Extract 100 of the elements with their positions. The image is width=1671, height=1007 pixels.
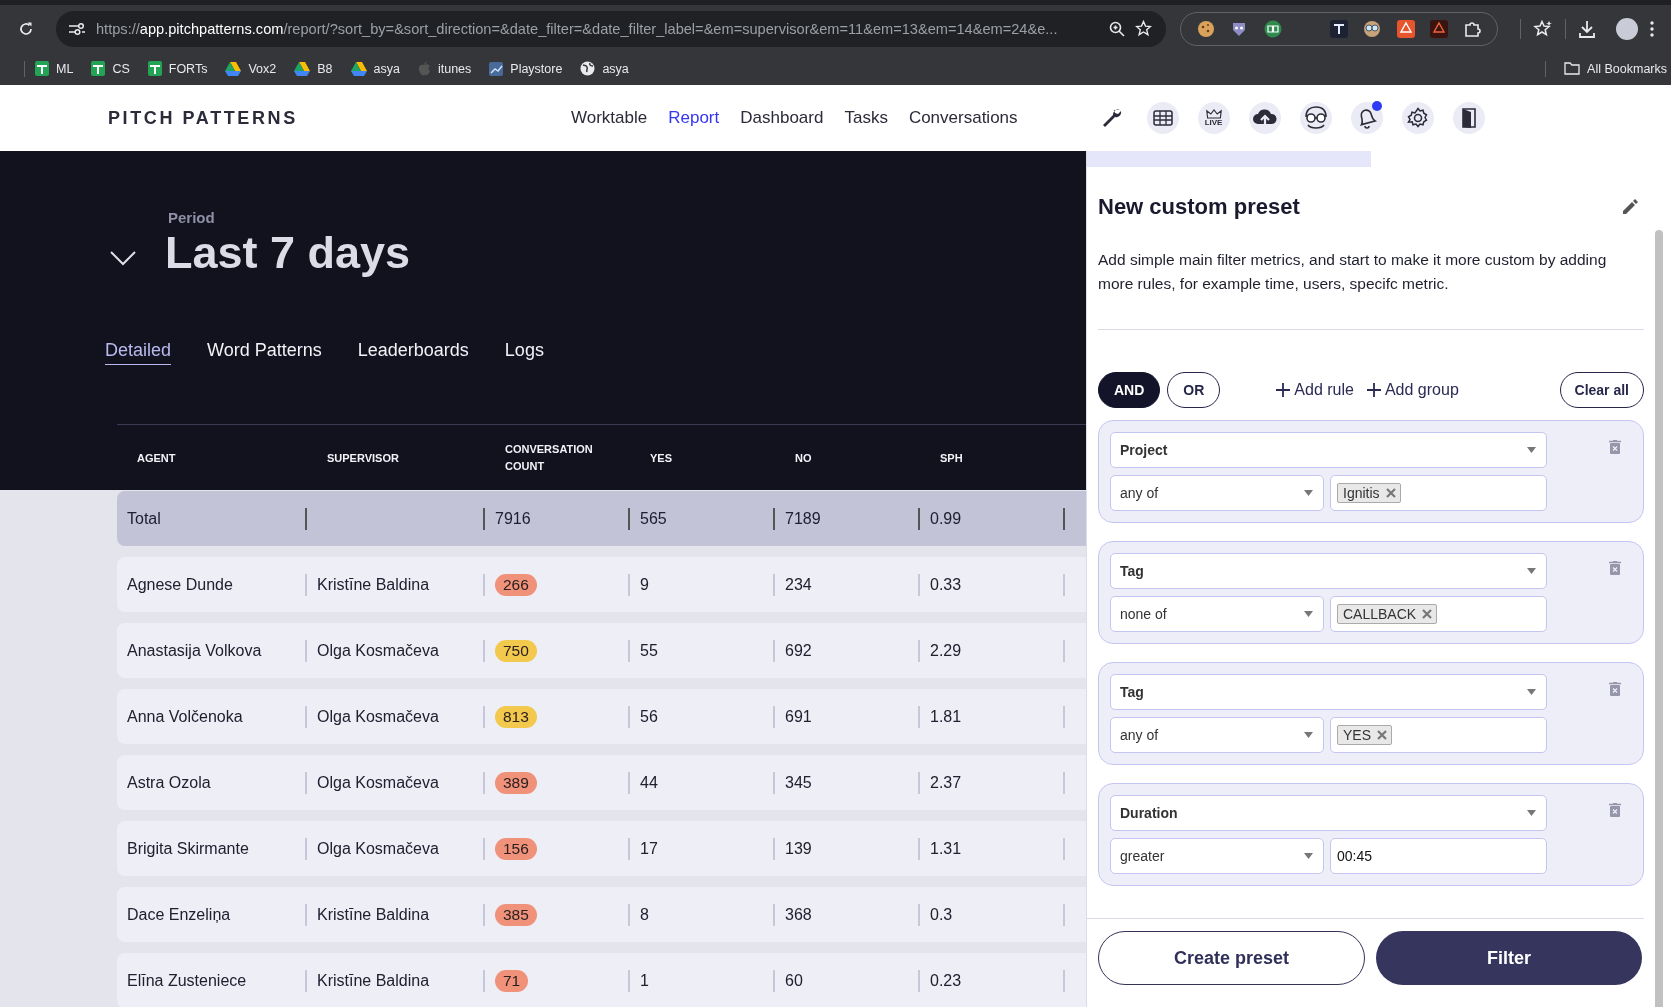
tab[interactable]: Logs — [504, 340, 544, 365]
bookmark[interactable]: CS — [91, 61, 130, 76]
bookmark[interactable]: Vox2 — [225, 61, 277, 76]
field-select[interactable]: Tag — [1110, 553, 1547, 589]
caret-icon — [1304, 853, 1313, 859]
bell-icon-button[interactable] — [1350, 102, 1383, 134]
table-cell: Kristīne Baldina — [317, 971, 430, 990]
table-cell: Olga Kosmačeva — [317, 707, 439, 726]
tag-input[interactable]: CALLBACK — [1330, 596, 1547, 632]
bookmark[interactable]: Playstore — [489, 61, 563, 76]
all-bookmarks-button[interactable]: All Bookmarks — [1564, 61, 1667, 76]
chart-icon — [489, 61, 504, 76]
bookmark[interactable]: B8 — [294, 61, 333, 76]
tune-icon — [68, 21, 86, 36]
nav-link[interactable]: Tasks — [844, 108, 888, 128]
column-header[interactable]: NO — [773, 449, 918, 467]
agent-name: Anna Volčenoka — [127, 707, 243, 726]
count-badge: 813 — [495, 705, 537, 728]
caret-icon — [1527, 810, 1536, 816]
plus-icon — [1366, 383, 1381, 397]
tag-input[interactable]: Ignitis — [1330, 475, 1547, 511]
tag-chip[interactable]: CALLBACK — [1337, 604, 1438, 624]
tag-chip[interactable]: YES — [1337, 725, 1392, 745]
column-header[interactable]: CONVERSATION COUNT — [483, 441, 628, 475]
agent-name: Agnese Dunde — [127, 575, 233, 594]
live-button[interactable]: LIVE — [1197, 102, 1230, 134]
glasses-face-icon-button[interactable] — [1299, 102, 1332, 134]
period-label: Period — [168, 209, 216, 226]
logic-toggle[interactable]: AND — [1098, 372, 1161, 408]
trash-icon — [1609, 803, 1621, 817]
column-header[interactable]: YES — [628, 449, 773, 467]
bookmark[interactable]: FORTs — [147, 61, 208, 76]
sheet-icon — [35, 61, 49, 76]
total-label: Total — [127, 509, 161, 528]
settings-icon-button[interactable] — [1401, 102, 1434, 134]
nav-link[interactable]: Dashboard — [740, 108, 824, 128]
count-badge: 71 — [495, 969, 529, 992]
globe-icon — [580, 61, 596, 76]
tab[interactable]: Word Patterns — [207, 340, 322, 365]
bookmark[interactable]: asya — [350, 61, 400, 76]
drive-icon — [225, 61, 242, 76]
table-cell: 7189 — [785, 509, 821, 528]
trash-icon — [1609, 682, 1621, 696]
count-badge: 156 — [495, 837, 537, 860]
remove-icon — [1377, 730, 1387, 740]
upload-icon-button[interactable] — [1248, 102, 1281, 134]
trash-icon — [1609, 440, 1621, 454]
chevron-down-icon[interactable] — [109, 250, 137, 266]
agent-name: Anastasija Volkova — [127, 641, 262, 660]
column-header[interactable]: AGENT — [117, 449, 305, 467]
agent-name: Astra Ozola — [127, 773, 211, 792]
table-cell: 1.81 — [930, 707, 962, 726]
table-cell: 8 — [640, 905, 649, 924]
table-cell: 0.3 — [930, 905, 953, 924]
edit-button[interactable] — [1621, 198, 1639, 216]
tag-chip[interactable]: Ignitis — [1337, 483, 1401, 503]
column-header[interactable]: SPH — [918, 449, 1063, 467]
folder-icon — [1564, 62, 1581, 75]
table-cell: 368 — [785, 905, 812, 924]
nav-link[interactable]: Worktable — [571, 108, 648, 128]
column-header[interactable]: SUPERVISOR — [305, 449, 483, 467]
bookmark[interactable]: itunes — [417, 61, 472, 76]
tag-input[interactable]: YES — [1330, 717, 1547, 753]
plus-icon — [1276, 383, 1291, 397]
operator-select[interactable]: none of — [1110, 596, 1324, 632]
count-badge: 389 — [495, 771, 537, 794]
table-cell: Kristīne Baldina — [317, 905, 430, 924]
table-cell: 44 — [640, 773, 658, 792]
remove-icon — [1385, 488, 1396, 498]
table-cell: 7916 — [495, 509, 531, 528]
bookmark[interactable]: ML — [35, 61, 74, 76]
field-select[interactable]: Tag — [1110, 674, 1547, 710]
count-badge: 385 — [495, 903, 537, 926]
table-cell: 17 — [640, 839, 658, 858]
caret-icon — [1527, 689, 1536, 695]
operator-select[interactable]: any of — [1110, 475, 1324, 511]
door-icon-button[interactable] — [1452, 102, 1485, 134]
field-select[interactable]: Project — [1110, 432, 1547, 468]
add-group-link[interactable]: Add group — [1366, 381, 1459, 399]
table-icon-button[interactable] — [1146, 102, 1179, 134]
table-cell: 2.29 — [930, 641, 962, 660]
pencil-icon — [1621, 198, 1639, 216]
tab[interactable]: Leaderboards — [357, 340, 469, 365]
field-select[interactable]: Duration — [1110, 795, 1547, 831]
add-rule-link[interactable]: Add rule — [1276, 381, 1354, 399]
filter-button[interactable]: Filter — [1376, 931, 1642, 985]
table-cell: Olga Kosmačeva — [317, 641, 439, 660]
nav-link[interactable]: Report — [668, 108, 720, 128]
caret-icon — [1304, 732, 1313, 738]
tab[interactable]: Detailed — [105, 340, 172, 365]
operator-select[interactable]: any of — [1110, 717, 1324, 753]
value-input[interactable]: 00:45 — [1330, 838, 1547, 874]
nav-link[interactable]: Conversations — [908, 108, 1018, 128]
bookmark[interactable]: asya — [580, 61, 629, 76]
avatar-icon[interactable] — [1616, 17, 1638, 40]
operator-select[interactable]: greater — [1110, 838, 1324, 874]
count-badge: 750 — [495, 639, 537, 662]
table-cell: 691 — [785, 707, 812, 726]
agent-name: Elīna Zusteniece — [127, 971, 247, 990]
download-icon — [1578, 19, 1596, 38]
